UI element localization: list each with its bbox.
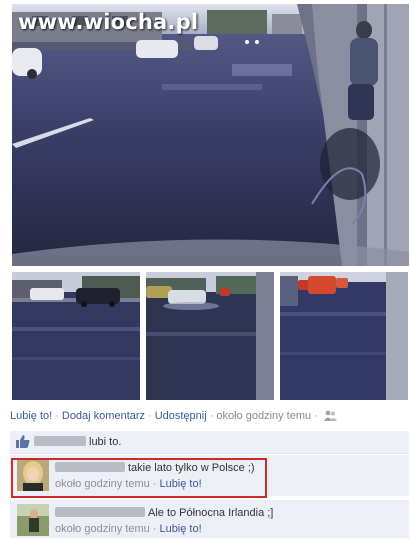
avatar[interactable] [17,459,49,491]
liker-name-redacted[interactable] [34,436,86,446]
comment-item: takie lato tylko w Polsce ;) około godzi… [10,455,409,496]
add-comment-link[interactable]: Dodaj komentarz [62,410,145,422]
main-photo[interactable] [12,4,409,266]
watermark: www.wiocha.pl [18,10,199,34]
avatar[interactable] [17,504,49,536]
comment-text: Ale to Północna Irlandia ;] [148,507,274,519]
likes-text: lubi to. [89,436,122,448]
commenter-name-redacted[interactable] [55,507,145,517]
friends-icon[interactable] [323,410,337,424]
post-timestamp: około godziny temu [216,410,312,422]
comment-timestamp: około godziny temu [55,478,150,490]
commenter-name-redacted[interactable] [55,462,125,472]
likes-summary: lubi to. [10,431,409,454]
photo-thumbnail-2[interactable] [146,272,274,400]
comment-like-link[interactable]: Lubię to! [159,478,201,490]
comment-text: takie lato tylko w Polsce ;) [128,462,255,474]
photo-thumbnail-1[interactable] [12,272,140,400]
comment-item: Ale to Północna Irlandia ;] około godzin… [10,500,409,538]
photo-thumbnail-3[interactable] [280,272,408,400]
share-link[interactable]: Udostępnij [155,410,207,422]
comment-timestamp: około godziny temu [55,523,150,535]
thumbs-up-icon[interactable] [16,435,30,451]
comment-like-link[interactable]: Lubię to! [159,523,201,535]
post-actions-bar: Lubię to! · Dodaj komentarz · Udostępnij · oko… [10,410,408,424]
like-link[interactable]: Lubię to! [10,410,52,422]
